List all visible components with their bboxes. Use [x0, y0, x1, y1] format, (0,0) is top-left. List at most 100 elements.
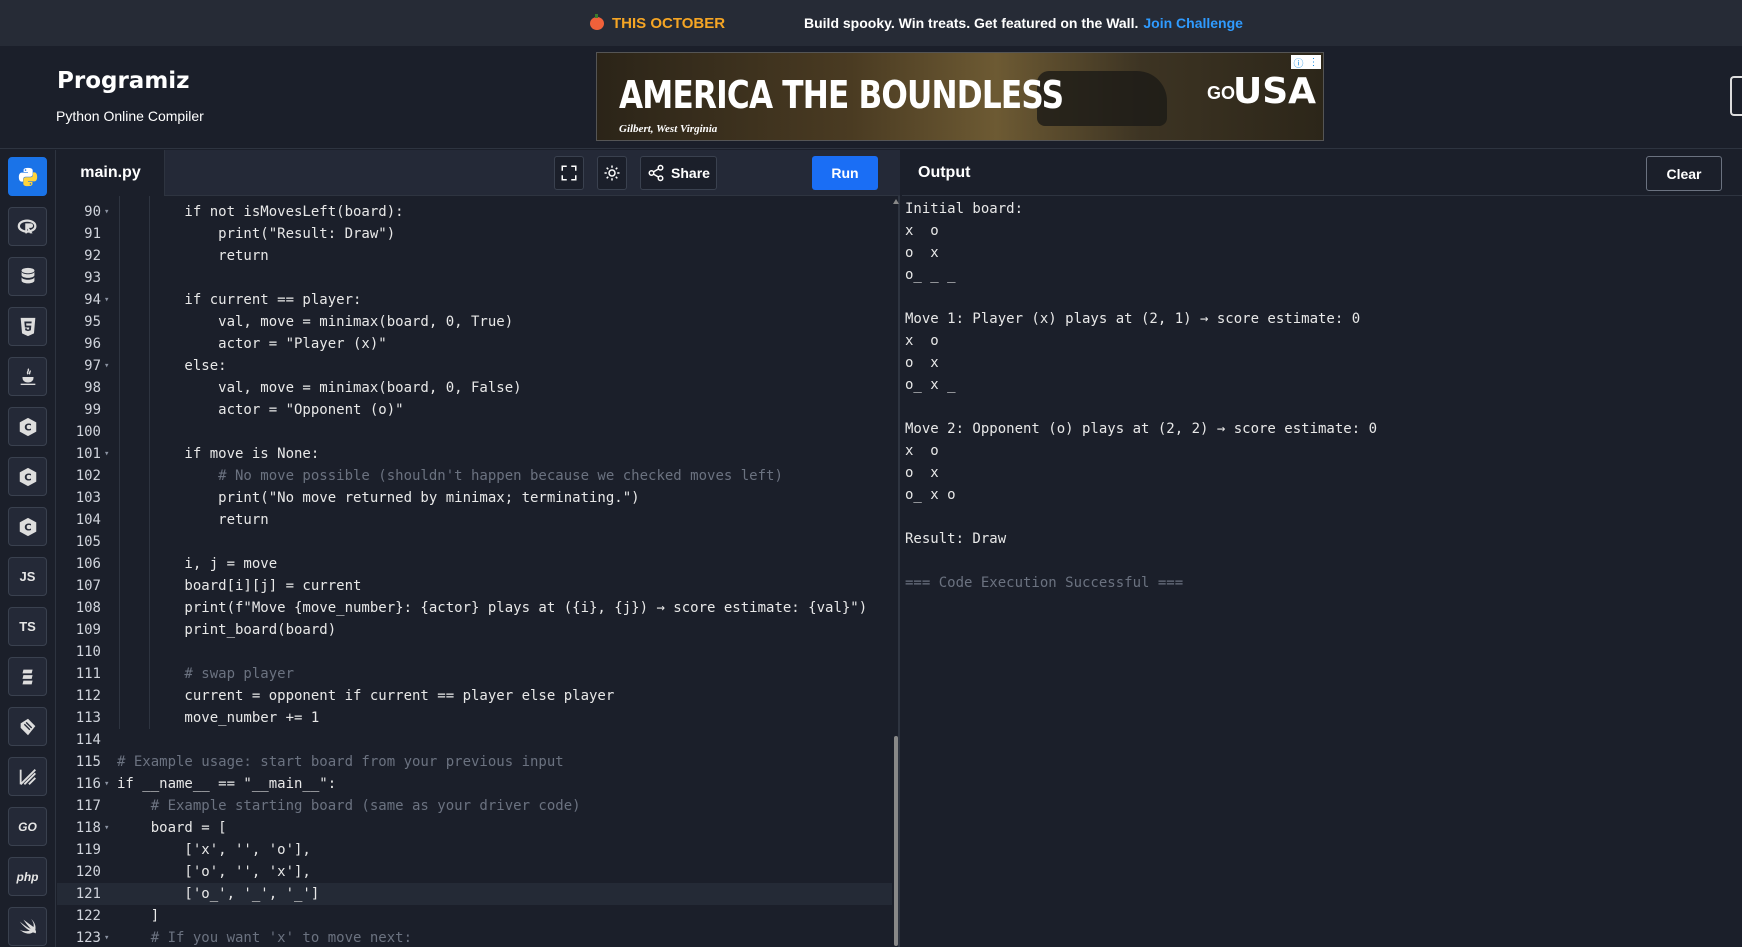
editor-scroll-thumb[interactable]	[894, 736, 898, 946]
code-line[interactable]: 93	[57, 267, 892, 289]
code-line[interactable]: 112 current = opponent if current == pla…	[57, 685, 892, 707]
fullscreen-button[interactable]	[554, 156, 584, 190]
fold-arrow-icon[interactable]: ▾	[104, 355, 109, 377]
go-icon[interactable]: GO	[8, 807, 47, 846]
code-line[interactable]: 115 # Example usage: start board from you…	[57, 751, 892, 773]
code-area[interactable]: 90 ▾ if not isMovesLeft(board): 91 print("…	[57, 196, 892, 947]
indent-guide	[119, 196, 120, 729]
r-icon[interactable]	[8, 207, 47, 246]
python-icon[interactable]	[8, 157, 47, 196]
file-tab-main[interactable]: main.py	[57, 150, 165, 196]
clear-button[interactable]: Clear	[1646, 156, 1722, 191]
code-line[interactable]: 96 actor = "Player (x)"	[57, 333, 892, 355]
code-line[interactable]: 106 i, j = move	[57, 553, 892, 575]
code-line[interactable]: 121 ['o_', '_', '_']	[57, 883, 892, 905]
output-line: x o	[905, 333, 939, 349]
code-line[interactable]: 103 print("No move returned by minimax; …	[57, 487, 892, 509]
code-line[interactable]: 123 ▾ # If you want 'x' to move next:	[57, 927, 892, 947]
fold-arrow-icon[interactable]: ▾	[104, 927, 109, 947]
csharp-icon[interactable]: C	[8, 507, 47, 546]
code-line[interactable]: 102 # No move possible (shouldn't happen…	[57, 465, 892, 487]
cpp-icon[interactable]: C	[8, 457, 47, 496]
fold-arrow-icon[interactable]: ▾	[104, 443, 109, 465]
indent-guide	[149, 196, 150, 729]
advertisement-banner[interactable]: AMERICA THE BOUNDLESS Gilbert, West Virg…	[596, 52, 1324, 141]
line-number: 106	[75, 556, 101, 572]
code-line[interactable]: 110	[57, 641, 892, 663]
line-number: 115	[75, 754, 101, 770]
line-number: 96	[84, 336, 101, 352]
run-button[interactable]: Run	[812, 156, 878, 190]
code-line[interactable]: 109 print_board(board)	[57, 619, 892, 641]
c-language-icon[interactable]: C	[8, 407, 47, 446]
fold-arrow-icon[interactable]: ▾	[104, 289, 109, 311]
editor-scrollbar[interactable]	[892, 196, 900, 947]
output-line: Move 2: Opponent (o) plays at (2, 2) → s…	[905, 421, 1378, 437]
line-number: 110	[75, 644, 101, 660]
code-line[interactable]: 104 return	[57, 509, 892, 531]
header-edge-button[interactable]	[1730, 76, 1742, 116]
code-line[interactable]: 116 ▾ if __name__ == "__main__":	[57, 773, 892, 795]
fold-arrow-icon[interactable]: ▾	[104, 201, 109, 223]
ad-info-icon[interactable]: ⓘ ⋮	[1291, 55, 1321, 70]
code-line[interactable]: 100	[57, 421, 892, 443]
javascript-icon[interactable]: JS	[8, 557, 47, 596]
output-line: x o	[905, 443, 939, 459]
line-number: 114	[75, 732, 101, 748]
line-number: 94	[84, 292, 101, 308]
fold-arrow-icon[interactable]: ▾	[104, 817, 109, 839]
line-number: 118	[75, 820, 101, 836]
code-line[interactable]: 95 val, move = minimax(board, 0, True)	[57, 311, 892, 333]
code-line[interactable]: 118 ▾ board = [	[57, 817, 892, 839]
typescript-icon[interactable]: TS	[8, 607, 47, 646]
code-line[interactable]: 92 return	[57, 245, 892, 267]
code-line[interactable]: 113 move_number += 1	[57, 707, 892, 729]
line-number: 97	[84, 358, 101, 374]
code-line[interactable]: 119 ['x', '', 'o'],	[57, 839, 892, 861]
code-line[interactable]: 108 print(f"Move {move_number}: {actor} …	[57, 597, 892, 619]
code-line[interactable]: 105	[57, 531, 892, 553]
output-line: o x	[905, 355, 939, 371]
theme-toggle-button[interactable]	[597, 156, 627, 190]
code-line[interactable]: 94 ▾ if current == player:	[57, 289, 892, 311]
line-number: 100	[75, 424, 101, 440]
line-number: 91	[84, 226, 101, 242]
code-line[interactable]: 107 board[i][j] = current	[57, 575, 892, 597]
scroll-up-arrow-icon[interactable]	[893, 199, 899, 204]
swift-icon[interactable]	[8, 907, 47, 946]
rust-icon[interactable]	[8, 707, 47, 746]
code-text: if current == player:	[117, 292, 362, 308]
java-icon[interactable]	[8, 357, 47, 396]
code-line[interactable]: 117 # Example starting board (same as yo…	[57, 795, 892, 817]
svg-text:C: C	[24, 472, 31, 483]
code-line[interactable]: 91 print("Result: Draw")	[57, 223, 892, 245]
stack-icon[interactable]	[8, 657, 47, 696]
html5-icon[interactable]	[8, 307, 47, 346]
code-text: if move is None:	[117, 446, 320, 462]
share-button[interactable]: Share	[640, 156, 717, 190]
code-line[interactable]: 114	[57, 729, 892, 751]
output-line: Initial board:	[905, 201, 1024, 217]
code-line[interactable]: 90 ▾ if not isMovesLeft(board):	[57, 201, 892, 223]
code-line[interactable]: 101 ▾ if move is None:	[57, 443, 892, 465]
output-line: o_ x _	[905, 377, 956, 393]
join-challenge-link[interactable]: Join Challenge	[1143, 15, 1243, 31]
line-number: 92	[84, 248, 101, 264]
code-text: board[i][j] = current	[117, 578, 362, 594]
code-line[interactable]: 120 ['o', '', 'x'],	[57, 861, 892, 883]
code-line[interactable]: 98 val, move = minimax(board, 0, False)	[57, 377, 892, 399]
fold-arrow-icon[interactable]: ▾	[104, 773, 109, 795]
php-icon[interactable]: php	[8, 857, 47, 896]
code-line[interactable]: 122 ]	[57, 905, 892, 927]
ad-brand-usa: USA	[1233, 71, 1317, 112]
output-console[interactable]: Initial board: x o o x o_ _ _ Move 1: Playe…	[905, 198, 1725, 594]
code-line[interactable]: 111 # swap player	[57, 663, 892, 685]
kotlin-icon[interactable]	[8, 757, 47, 796]
line-number: 99	[84, 402, 101, 418]
database-icon[interactable]	[8, 257, 47, 296]
promo-bar: THIS OCTOBER Build spooky. Win treats. G…	[0, 0, 1742, 46]
code-line[interactable]: 97 ▾ else:	[57, 355, 892, 377]
code-line[interactable]: 99 actor = "Opponent (o)"	[57, 399, 892, 421]
programiz-logo[interactable]: Programiz	[57, 68, 190, 94]
